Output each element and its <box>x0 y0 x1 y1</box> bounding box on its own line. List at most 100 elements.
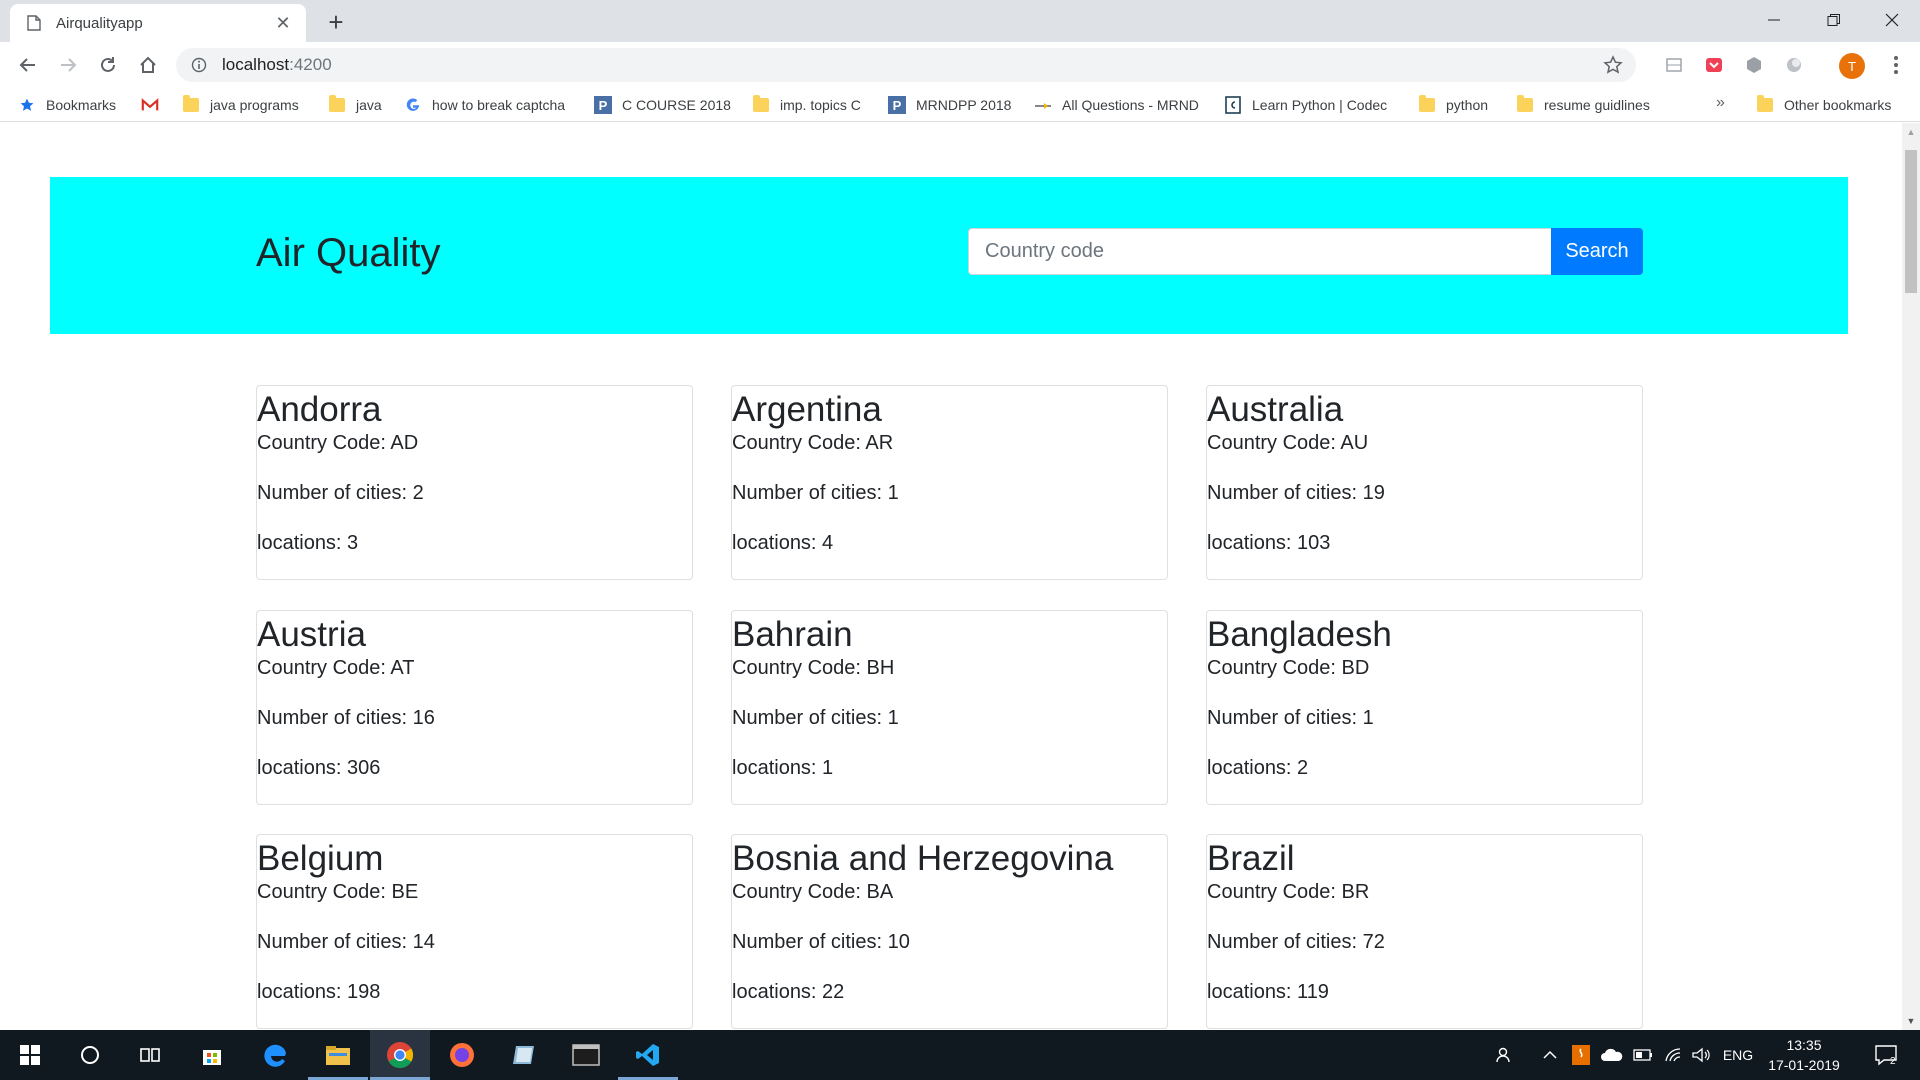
battery-icon[interactable] <box>1630 1030 1656 1080</box>
bookmark-item-java[interactable]: java <box>328 88 382 122</box>
scroll-thumb[interactable] <box>1905 150 1917 293</box>
page-scrollbar[interactable]: ▲ ▼ <box>1902 123 1920 1030</box>
country-code-input[interactable] <box>968 228 1552 275</box>
country-code: Country Code: BH <box>732 657 895 679</box>
back-arrow-icon[interactable] <box>12 49 44 81</box>
bookmark-item-imp-topics[interactable]: imp. topics C <box>752 88 861 122</box>
bookmarks-bar: Bookmarks java programs java how to brea… <box>0 88 1920 122</box>
p-icon: P <box>888 96 906 114</box>
menu-icon[interactable] <box>1884 53 1908 77</box>
bookmark-item-all-questions[interactable]: All Questions - MRND <box>1034 88 1204 122</box>
windows-start-icon[interactable] <box>0 1030 60 1080</box>
location-count: locations: 306 <box>257 757 381 779</box>
folder-icon <box>1516 95 1534 114</box>
country-code: Country Code: BA <box>732 881 894 903</box>
search-icon[interactable] <box>60 1030 120 1080</box>
country-name: Bosnia and Herzegovina <box>732 839 1114 878</box>
close-tab-icon[interactable]: ✕ <box>272 12 294 34</box>
terminal-icon[interactable] <box>556 1030 616 1080</box>
scroll-down-icon[interactable]: ▼ <box>1902 1012 1920 1030</box>
other-bookmarks[interactable]: Other bookmarks <box>1756 88 1891 122</box>
edge-icon[interactable] <box>246 1030 306 1080</box>
country-name: Austria <box>257 615 366 654</box>
restore-icon[interactable] <box>1806 0 1862 40</box>
wifi-icon[interactable] <box>1660 1030 1686 1080</box>
folder-icon <box>1418 95 1436 114</box>
profile-avatar[interactable]: T <box>1839 53 1865 79</box>
notes-app-icon[interactable] <box>494 1030 554 1080</box>
reload-icon[interactable] <box>92 49 124 81</box>
location-count: locations: 198 <box>257 981 381 1003</box>
bookmark-item-learn-python[interactable]: Learn Python | Codec <box>1224 88 1396 122</box>
folder-icon <box>328 95 346 114</box>
bookmark-item-mrndpp[interactable]: P MRNDPP 2018 <box>888 88 1011 122</box>
city-count: Number of cities: 1 <box>732 482 899 504</box>
chevron-up-icon[interactable] <box>1538 1030 1562 1080</box>
clock[interactable]: 13:35 17-01-2019 <box>1762 1035 1846 1075</box>
store-icon[interactable] <box>182 1030 242 1080</box>
onedrive-icon[interactable] <box>1598 1030 1626 1080</box>
tab-strip: Airqualityapp ✕ + <box>0 0 1920 42</box>
bookmark-item-java-programs[interactable]: java programs <box>182 88 299 122</box>
url-text: localhost:4200 <box>222 55 332 74</box>
bookmark-item-c-course[interactable]: P C COURSE 2018 <box>594 88 731 122</box>
home-icon[interactable] <box>132 49 164 81</box>
site-icon <box>1034 96 1052 114</box>
bookmark-item-resume[interactable]: resume guidlines <box>1516 88 1650 122</box>
volume-icon[interactable] <box>1688 1030 1714 1080</box>
date-text: 17-01-2019 <box>1768 1057 1840 1073</box>
search-button[interactable]: Search <box>1551 228 1643 275</box>
location-count: locations: 119 <box>1207 981 1329 1003</box>
country-name: Australia <box>1207 390 1344 429</box>
firefox-icon[interactable] <box>432 1030 492 1080</box>
location-count: locations: 2 <box>1207 757 1309 779</box>
file-explorer-icon[interactable] <box>308 1030 368 1080</box>
address-bar[interactable]: localhost:4200 <box>176 48 1636 82</box>
bookmark-item-bookmarks[interactable]: Bookmarks <box>18 88 116 122</box>
location-count: locations: 4 <box>732 532 834 554</box>
svg-text:2: 2 <box>1890 1056 1896 1066</box>
new-tab-button[interactable]: + <box>322 7 350 37</box>
bookmarks-overflow-icon[interactable]: » <box>1716 94 1725 112</box>
country-card: Belgium Country Code: BE Number of citie… <box>256 834 693 1029</box>
gmail-icon <box>141 96 159 114</box>
forward-arrow-icon[interactable] <box>52 49 84 81</box>
people-icon[interactable] <box>1490 1030 1520 1080</box>
location-count: locations: 1 <box>732 757 834 779</box>
bookmark-item-gmail[interactable] <box>141 88 169 122</box>
country-code: Country Code: AT <box>257 657 415 679</box>
bookmark-item-captcha[interactable]: how to break captcha <box>404 88 574 122</box>
extension-icon[interactable] <box>1662 53 1686 77</box>
city-count: Number of cities: 10 <box>732 931 910 953</box>
browser-toolbar: localhost:4200 T <box>0 42 1920 88</box>
country-code: Country Code: AD <box>257 432 419 454</box>
p-icon: P <box>594 96 612 114</box>
chrome-icon[interactable] <box>370 1030 430 1080</box>
country-card: Brazil Country Code: BR Number of cities… <box>1206 834 1643 1029</box>
page-title: Air Quality <box>256 231 441 275</box>
folder-icon <box>1756 95 1774 114</box>
bookmark-item-python[interactable]: python <box>1418 88 1488 122</box>
language-indicator[interactable]: ENG <box>1718 1030 1758 1080</box>
close-window-icon[interactable] <box>1864 0 1920 40</box>
java-update-icon[interactable] <box>1568 1030 1594 1080</box>
browser-tab[interactable]: Airqualityapp ✕ <box>10 4 306 42</box>
google-icon <box>404 96 422 114</box>
minimize-icon[interactable] <box>1746 0 1802 40</box>
notifications-icon[interactable]: 2 <box>1866 1030 1908 1080</box>
codecademy-icon <box>1224 96 1242 114</box>
pocket-icon[interactable] <box>1702 53 1726 77</box>
city-count: Number of cities: 16 <box>257 707 435 729</box>
star-icon <box>18 96 36 114</box>
cube-extension-icon[interactable] <box>1742 53 1766 77</box>
vscode-icon[interactable] <box>618 1030 678 1080</box>
info-icon[interactable] <box>190 56 208 74</box>
task-view-icon[interactable] <box>120 1030 180 1080</box>
country-name: Brazil <box>1207 839 1295 878</box>
scroll-up-icon[interactable]: ▲ <box>1902 123 1920 141</box>
circle-extension-icon[interactable] <box>1782 53 1806 77</box>
bookmark-star-icon[interactable] <box>1602 54 1624 76</box>
city-count: Number of cities: 1 <box>1207 707 1374 729</box>
header-banner: Air Quality Search <box>50 177 1848 334</box>
country-name: Bangladesh <box>1207 615 1392 654</box>
